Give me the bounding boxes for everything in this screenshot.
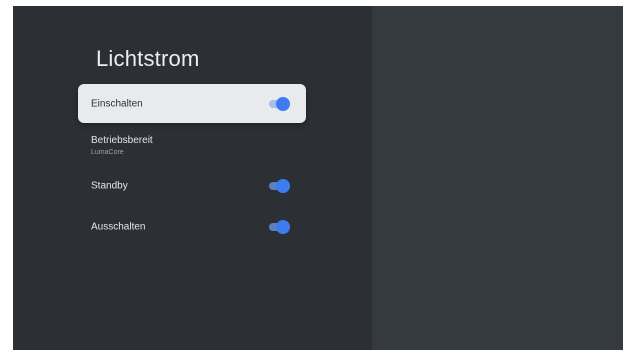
- setting-row-betriebsbereit[interactable]: Betriebsbereit LumaCore: [78, 128, 306, 164]
- right-panel: [372, 6, 623, 350]
- setting-label-standby: Standby: [91, 180, 128, 192]
- toggle-thumb: [276, 179, 290, 193]
- page-title: Lichtstrom: [96, 46, 200, 71]
- setting-row-einschalten[interactable]: Einschalten: [78, 84, 306, 123]
- setting-row-ausschalten[interactable]: Ausschalten: [78, 215, 306, 239]
- setting-label-betriebsbereit: Betriebsbereit: [91, 135, 153, 146]
- setting-row-standby[interactable]: Standby: [78, 174, 306, 198]
- setting-label-einschalten: Einschalten: [91, 98, 143, 109]
- toggle-switch-einschalten[interactable]: [268, 96, 290, 111]
- toggle-switch-ausschalten[interactable]: [268, 220, 290, 234]
- setting-label-ausschalten: Ausschalten: [91, 221, 146, 233]
- toggle-thumb: [276, 96, 290, 111]
- setting-sublabel-betriebsbereit: LumaCore: [91, 149, 124, 156]
- toggle-thumb: [276, 220, 290, 234]
- toggle-switch-standby[interactable]: [268, 179, 290, 193]
- settings-screen: Lichtstrom Einschalten Betriebsbereit Lu…: [13, 6, 623, 350]
